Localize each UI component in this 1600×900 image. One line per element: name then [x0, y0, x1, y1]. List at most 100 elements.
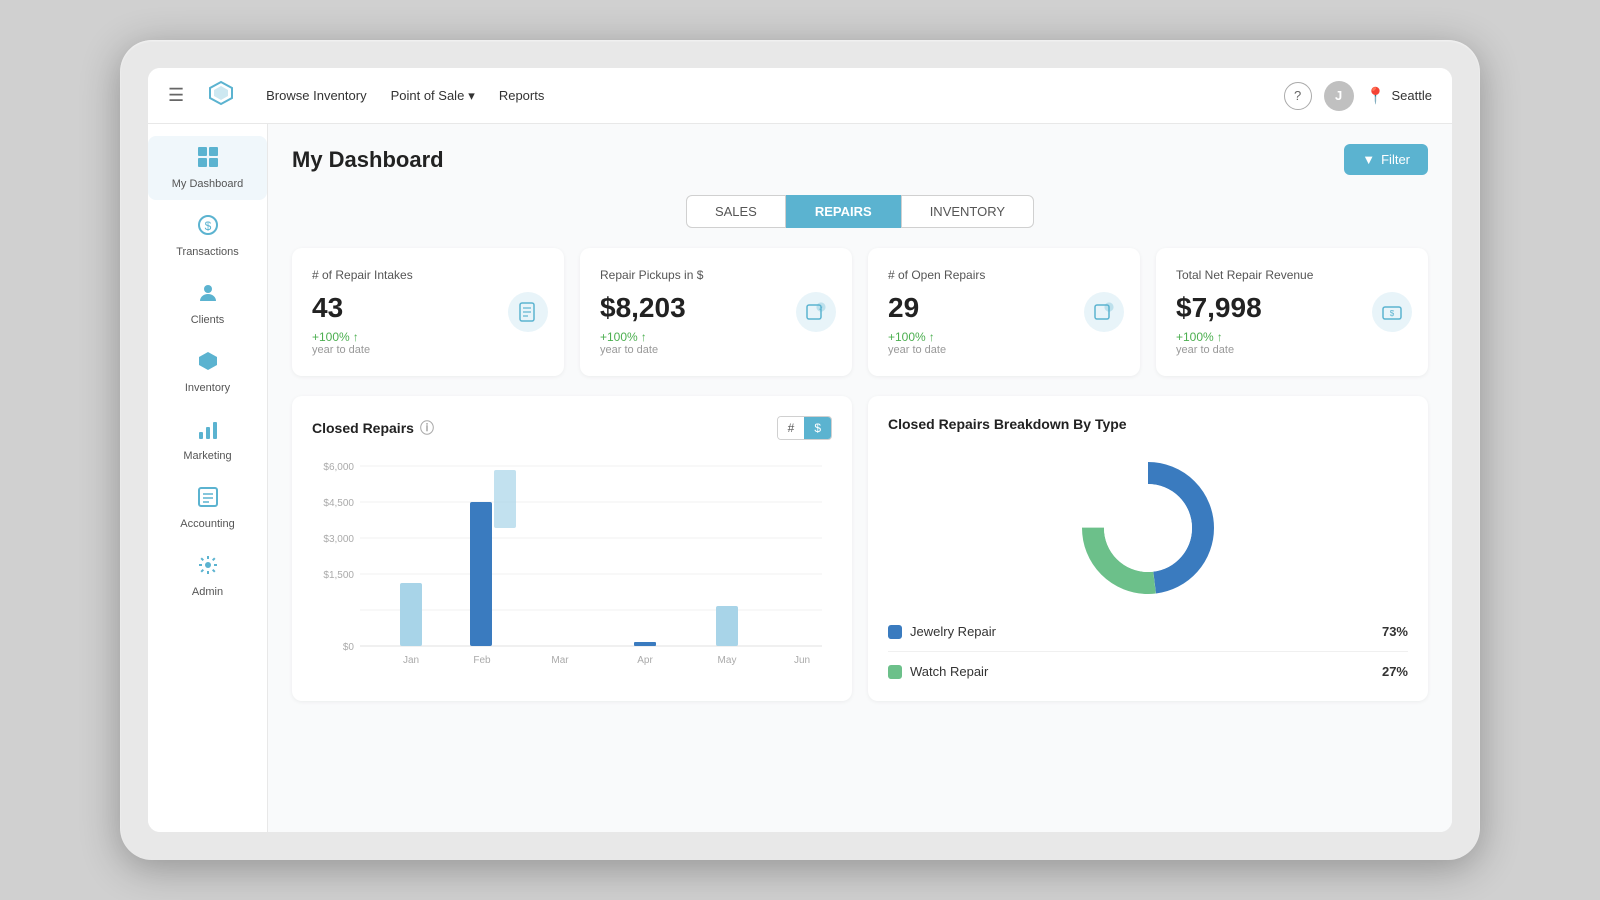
- accounting-icon: [197, 486, 219, 514]
- nav-reports[interactable]: Reports: [499, 88, 545, 103]
- donut-legend: Jewelry Repair 73% Watch Repair 27%: [888, 624, 1408, 679]
- svg-text:Mar: Mar: [551, 655, 569, 666]
- upward-arrow-icon-3: ↑: [1217, 330, 1223, 344]
- legend-pct-watch: 27%: [1382, 664, 1408, 679]
- stat-title-3: Total Net Repair Revenue: [1176, 268, 1408, 282]
- legend-item-jewelry: Jewelry Repair 73%: [888, 624, 1408, 639]
- page-header: My Dashboard ▼ Filter: [292, 144, 1428, 175]
- filter-button[interactable]: ▼ Filter: [1344, 144, 1428, 175]
- sidebar-item-transactions[interactable]: $ Transactions: [148, 204, 267, 268]
- nav-browse-inventory[interactable]: Browse Inventory: [266, 88, 366, 103]
- inventory-icon: [197, 350, 219, 378]
- svg-text:Jun: Jun: [794, 655, 810, 666]
- bar-chart-svg: $6,000 $4,500 $3,000 $1,500 $0: [312, 456, 832, 676]
- legend-item-watch: Watch Repair 27%: [888, 664, 1408, 679]
- svg-text:Jan: Jan: [403, 655, 419, 666]
- charts-row: Closed Repairs ⓘ # $: [292, 396, 1428, 701]
- sidebar-item-dashboard[interactable]: My Dashboard: [148, 136, 267, 200]
- hamburger-icon[interactable]: ☰: [168, 85, 184, 106]
- legend-dot-jewelry: [888, 625, 902, 639]
- sidebar-item-accounting[interactable]: Accounting: [148, 476, 267, 540]
- legend-label-jewelry: Jewelry Repair: [910, 624, 996, 639]
- stat-title-1: Repair Pickups in $: [600, 268, 832, 282]
- sidebar-item-admin-label: Admin: [192, 586, 223, 598]
- svg-text:$6,000: $6,000: [323, 462, 354, 473]
- sidebar-item-clients-label: Clients: [191, 314, 225, 326]
- tab-repairs[interactable]: REPAIRS: [786, 195, 901, 228]
- sidebar-item-transactions-label: Transactions: [176, 246, 239, 258]
- location-badge[interactable]: 📍 Seattle: [1366, 86, 1432, 106]
- sidebar-item-accounting-label: Accounting: [180, 518, 234, 530]
- stat-card-repair-intakes: # of Repair Intakes 43 +100% ↑ year to d…: [292, 248, 564, 376]
- transactions-icon: $: [197, 214, 219, 242]
- sidebar-item-inventory[interactable]: Inventory: [148, 340, 267, 404]
- stat-change-0: +100% ↑: [312, 330, 544, 344]
- stat-icon-3: $: [1372, 292, 1412, 332]
- sidebar-item-marketing[interactable]: Marketing: [148, 408, 267, 472]
- location-label: Seattle: [1392, 88, 1432, 103]
- main-layout: My Dashboard $ Transactions: [148, 124, 1452, 832]
- upward-arrow-icon-1: ↑: [641, 330, 647, 344]
- nav-right: ? J 📍 Seattle: [1284, 81, 1432, 111]
- tab-inventory[interactable]: INVENTORY: [901, 195, 1034, 228]
- admin-icon: [197, 554, 219, 582]
- stat-period-3: year to date: [1176, 344, 1408, 356]
- nav-point-of-sale[interactable]: Point of Sale ▾: [391, 88, 475, 104]
- top-nav: ☰ Browse Inventory Point of Sale ▾ Repor…: [148, 68, 1452, 124]
- svg-text:Feb: Feb: [473, 655, 491, 666]
- tab-bar: SALES REPAIRS INVENTORY: [292, 195, 1428, 228]
- chart-title-bar: Closed Repairs ⓘ: [312, 418, 434, 438]
- svg-text:May: May: [718, 655, 737, 666]
- stat-change-2: +100% ↑: [888, 330, 1120, 344]
- toggle-hash-button[interactable]: #: [778, 417, 805, 439]
- toggle-dollar-button[interactable]: $: [804, 417, 831, 439]
- legend-label-watch: Watch Repair: [910, 664, 988, 679]
- chart-header-donut: Closed Repairs Breakdown By Type: [888, 416, 1408, 432]
- stat-icon-2: [1084, 292, 1124, 332]
- sidebar-item-inventory-label: Inventory: [185, 382, 230, 394]
- stat-period-1: year to date: [600, 344, 832, 356]
- user-avatar[interactable]: J: [1324, 81, 1354, 111]
- stat-card-repair-pickups: Repair Pickups in $ $8,203 +100% ↑ year …: [580, 248, 852, 376]
- legend-pct-jewelry: 73%: [1382, 624, 1408, 639]
- sidebar-item-admin[interactable]: Admin: [148, 544, 267, 608]
- nav-links: Browse Inventory Point of Sale ▾ Reports: [266, 88, 1259, 104]
- svg-text:Apr: Apr: [637, 655, 653, 666]
- stat-icon-0: [508, 292, 548, 332]
- stat-change-3: +100% ↑: [1176, 330, 1408, 344]
- chart-header-bar: Closed Repairs ⓘ # $: [312, 416, 832, 440]
- legend-dot-watch: [888, 665, 902, 679]
- upward-arrow-icon-0: ↑: [353, 330, 359, 344]
- filter-icon: ▼: [1362, 152, 1375, 167]
- logo-icon: [208, 80, 234, 112]
- sidebar-item-marketing-label: Marketing: [183, 450, 231, 462]
- donut-container: Jewelry Repair 73% Watch Repair 27%: [888, 448, 1408, 679]
- tab-sales[interactable]: SALES: [686, 195, 786, 228]
- chart-title-donut: Closed Repairs Breakdown By Type: [888, 416, 1127, 432]
- page-title: My Dashboard: [292, 147, 444, 173]
- svg-text:$1,500: $1,500: [323, 570, 354, 581]
- info-icon[interactable]: ⓘ: [420, 418, 434, 438]
- stat-period-2: year to date: [888, 344, 1120, 356]
- svg-text:$3,000: $3,000: [323, 534, 354, 545]
- help-button[interactable]: ?: [1284, 82, 1312, 110]
- svg-text:$: $: [1390, 309, 1395, 318]
- stat-card-open-repairs: # of Open Repairs 29 +100% ↑ year to dat…: [868, 248, 1140, 376]
- breakdown-chart: Closed Repairs Breakdown By Type: [868, 396, 1428, 701]
- svg-text:✓: ✓: [818, 307, 823, 313]
- dropdown-chevron-icon: ▾: [468, 88, 475, 104]
- main-content: My Dashboard ▼ Filter SALES REPAIRS INVE…: [268, 124, 1452, 832]
- stat-icon-1: ✓: [796, 292, 836, 332]
- clients-icon: [197, 282, 219, 310]
- marketing-icon: [197, 418, 219, 446]
- stat-title-0: # of Repair Intakes: [312, 268, 544, 282]
- svg-text:$4,500: $4,500: [323, 498, 354, 509]
- stat-card-revenue: Total Net Repair Revenue $7,998 +100% ↑ …: [1156, 248, 1428, 376]
- svg-text:$: $: [204, 219, 211, 233]
- sidebar-item-clients[interactable]: Clients: [148, 272, 267, 336]
- chart-toggle: # $: [777, 416, 832, 440]
- svg-text:$0: $0: [343, 642, 355, 653]
- dashboard-icon: [197, 146, 219, 174]
- stat-title-2: # of Open Repairs: [888, 268, 1120, 282]
- location-pin-icon: 📍: [1366, 86, 1386, 106]
